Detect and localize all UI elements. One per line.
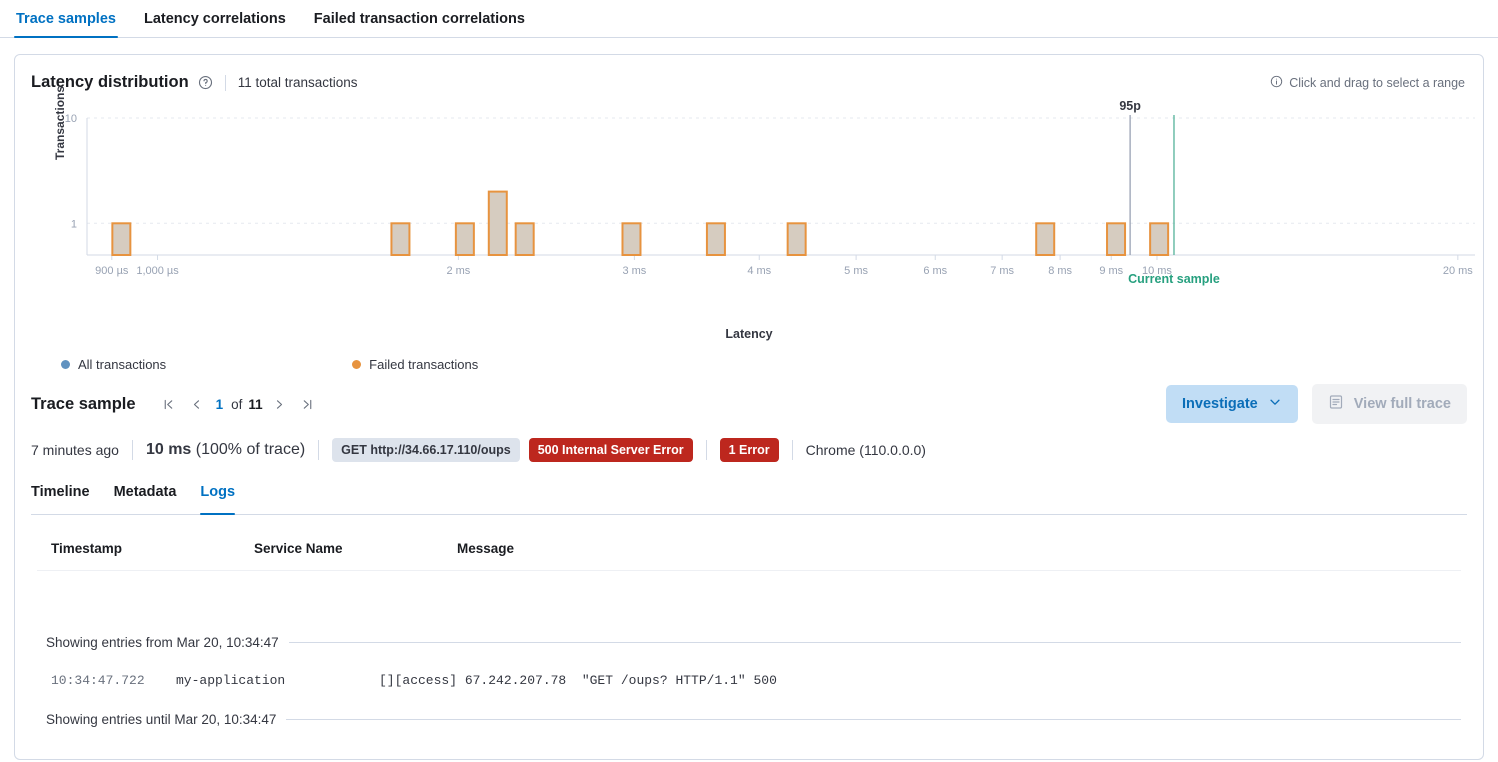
tab-metadata-label: Metadata — [114, 484, 177, 500]
logs-end-boundary-label: Showing entries until Mar 20, 10:34:47 — [46, 712, 276, 727]
tab-logs[interactable]: Logs — [200, 484, 235, 514]
logs-start-boundary-label: Showing entries from Mar 20, 10:34:47 — [46, 635, 279, 650]
trace-detail-tab-bar: Timeline Metadata Logs — [31, 484, 1467, 515]
logs-empty-spacer — [37, 571, 1461, 625]
svg-text:8 ms: 8 ms — [1048, 265, 1072, 277]
tab-logs-label: Logs — [200, 484, 235, 500]
chevron-left-icon[interactable] — [186, 393, 208, 415]
log-timestamp: 10:34:47.722 — [51, 673, 176, 688]
meta-divider-1 — [132, 440, 133, 460]
table-row[interactable]: 10:34:47.722 my-application [][access] 6… — [37, 659, 1461, 702]
meta-divider-2 — [318, 440, 319, 460]
chevron-down-icon — [1268, 395, 1282, 413]
pagination-current-page[interactable]: 1 — [214, 397, 226, 412]
column-header-message[interactable]: Message — [457, 541, 1461, 556]
tab-timeline[interactable]: Timeline — [31, 484, 90, 514]
investigate-button[interactable]: Investigate — [1166, 385, 1298, 423]
tab-failed-transaction-correlations[interactable]: Failed transaction correlations — [312, 11, 527, 37]
svg-text:Current sample: Current sample — [1128, 272, 1220, 286]
latency-distribution-header: Latency distribution 11 total transactio… — [15, 55, 1483, 92]
trace-duration-value: 10 ms — [146, 441, 191, 458]
meta-divider-3 — [706, 440, 707, 460]
log-service-name: my-application — [176, 673, 379, 688]
svg-text:6 ms: 6 ms — [923, 265, 947, 277]
trace-sample-pagination: 1 of 11 — [158, 393, 319, 415]
primary-tab-bar: Trace samples Latency correlations Faile… — [0, 0, 1498, 38]
user-agent-label: Chrome (110.0.0.0) — [806, 442, 926, 458]
svg-text:1: 1 — [71, 218, 77, 230]
trace-sample-header: Trace sample 1 of 11 — [15, 372, 1483, 424]
pagination-total-pages: 11 — [248, 397, 262, 412]
trace-timestamp-relative: 7 minutes ago — [31, 442, 119, 458]
svg-text:95p: 95p — [1119, 100, 1141, 113]
y-axis-title: Transactions — [53, 86, 67, 160]
svg-text:3 ms: 3 ms — [622, 265, 646, 277]
legend-item-all-transactions[interactable]: All transactions — [61, 357, 166, 372]
investigate-button-label: Investigate — [1182, 396, 1258, 412]
total-transactions-label: 11 total transactions — [238, 75, 358, 90]
tab-latency-correlations[interactable]: Latency correlations — [142, 11, 288, 37]
legend-label-all-transactions: All transactions — [78, 357, 166, 372]
chart-legend: All transactions Failed transactions — [61, 357, 1483, 372]
range-select-hint: Click and drag to select a range — [1270, 75, 1465, 91]
info-circle-icon — [1270, 75, 1283, 91]
logs-start-boundary: Showing entries from Mar 20, 10:34:47 — [37, 625, 1461, 659]
tab-metadata[interactable]: Metadata — [114, 484, 177, 514]
svg-text:7 ms: 7 ms — [990, 265, 1014, 277]
trace-duration-percent: (100% of trace) — [196, 441, 305, 458]
tab-failed-transaction-correlations-label: Failed transaction correlations — [314, 11, 525, 27]
trace-document-icon — [1328, 394, 1344, 414]
range-select-hint-label: Click and drag to select a range — [1289, 76, 1465, 90]
tab-timeline-label: Timeline — [31, 484, 90, 500]
request-url-badge[interactable]: GET http://34.66.17.110/oups — [332, 438, 520, 462]
tab-latency-correlations-label: Latency correlations — [144, 11, 286, 27]
view-full-trace-label: View full trace — [1354, 396, 1451, 412]
trace-samples-panel: Latency distribution 11 total transactio… — [14, 54, 1484, 760]
tab-trace-samples[interactable]: Trace samples — [14, 11, 118, 37]
question-in-circle-icon[interactable] — [198, 75, 213, 90]
trace-sample-metadata-row: 7 minutes ago 10 ms (100% of trace) GET … — [15, 424, 1483, 462]
error-count-badge[interactable]: 1 Error — [720, 438, 779, 462]
logs-table: Timestamp Service Name Message Showing e… — [37, 515, 1461, 736]
chevron-right-icon[interactable] — [269, 393, 291, 415]
column-header-timestamp[interactable]: Timestamp — [51, 541, 254, 556]
http-status-badge[interactable]: 500 Internal Server Error — [529, 438, 693, 462]
view-full-trace-button[interactable]: View full trace — [1312, 384, 1467, 424]
tab-trace-samples-label: Trace samples — [16, 11, 116, 27]
meta-divider-4 — [792, 440, 793, 460]
legend-label-failed-transactions: Failed transactions — [369, 357, 478, 372]
legend-swatch-failed-transactions — [352, 360, 361, 369]
legend-swatch-all-transactions — [61, 360, 70, 369]
trace-sample-title: Trace sample — [31, 395, 136, 414]
pagination-of-label: of — [231, 397, 242, 412]
latency-distribution-chart[interactable]: Transactions 110900 µs1,000 µs2 ms3 ms4 … — [31, 100, 1465, 325]
svg-text:5 ms: 5 ms — [844, 265, 868, 277]
logs-table-header: Timestamp Service Name Message — [37, 515, 1461, 571]
logs-start-boundary-rule — [289, 642, 1461, 643]
logs-end-boundary-rule — [286, 719, 1461, 720]
svg-text:4 ms: 4 ms — [747, 265, 771, 277]
log-message: [][access] 67.242.207.78 "GET /oups? HTT… — [379, 673, 1461, 688]
chart-canvas[interactable]: 110900 µs1,000 µs2 ms3 ms4 ms5 ms6 ms7 m… — [31, 100, 1479, 305]
trace-sample-actions: Investigate View full trace — [1166, 384, 1467, 424]
column-header-service-name[interactable]: Service Name — [254, 541, 457, 556]
logs-end-boundary: Showing entries until Mar 20, 10:34:47 — [37, 702, 1461, 736]
svg-text:9 ms: 9 ms — [1099, 265, 1123, 277]
trace-duration: 10 ms (100% of trace) — [146, 441, 305, 459]
x-axis-title: Latency — [15, 327, 1483, 341]
first-page-icon[interactable] — [158, 393, 180, 415]
svg-text:2 ms: 2 ms — [446, 265, 470, 277]
svg-text:20 ms: 20 ms — [1443, 265, 1473, 277]
legend-item-failed-transactions[interactable]: Failed transactions — [352, 357, 478, 372]
svg-text:900 µs: 900 µs — [95, 265, 129, 277]
header-divider — [225, 75, 226, 91]
last-page-icon[interactable] — [297, 393, 319, 415]
svg-text:1,000 µs: 1,000 µs — [136, 265, 179, 277]
